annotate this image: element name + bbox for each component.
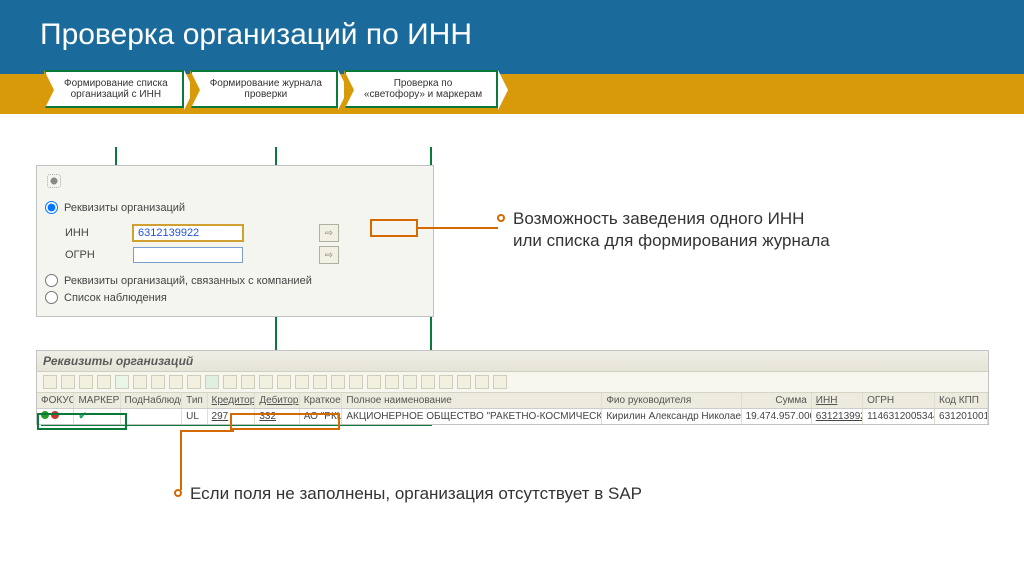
tool-icon[interactable] <box>277 375 291 389</box>
connector <box>180 430 234 432</box>
col-ceo[interactable]: Фио руководителя <box>602 393 741 408</box>
annotation-text: Если поля не заполнены, организация отсу… <box>190 484 642 503</box>
col-creditor[interactable]: Кредитор <box>208 393 256 408</box>
details-panel: Реквизиты организаций ИНН ⇨ ОГРН ⇨ Рекви… <box>36 165 434 317</box>
option-label: Реквизиты организаций, связанных с компа… <box>64 275 312 287</box>
gear-icon[interactable] <box>47 174 61 188</box>
cell-inn[interactable]: 6312139922 <box>812 409 863 424</box>
table-row[interactable]: ✔ UL 297 332 АО "РКЦ "ПРОГРЕСС" АКЦИОНЕР… <box>37 409 988 424</box>
tool-icon[interactable] <box>97 375 111 389</box>
col-inn[interactable]: ИНН <box>812 393 863 408</box>
tool-icon[interactable] <box>187 375 201 389</box>
cell-sum: 19.474.957.000,00 <box>742 409 812 424</box>
tool-icon[interactable] <box>259 375 273 389</box>
step-label: Проверка по <box>394 78 453 89</box>
tool-icon[interactable] <box>349 375 363 389</box>
inn-label: ИНН <box>65 227 125 239</box>
tool-icon[interactable] <box>43 375 57 389</box>
bullet-icon <box>497 214 505 222</box>
annotation-sap: Если поля не заполнены, организация отсу… <box>190 483 790 505</box>
tool-icon[interactable] <box>385 375 399 389</box>
tool-icon[interactable] <box>169 375 183 389</box>
tool-icon[interactable] <box>403 375 417 389</box>
annotation-text: или списка для формирования журнала <box>513 231 830 250</box>
tool-icon[interactable] <box>133 375 147 389</box>
cell-kpp: 631201001 <box>935 409 988 424</box>
tool-icon[interactable] <box>151 375 165 389</box>
step-form-list: Формирование списка организаций с ИНН <box>44 70 184 108</box>
col-watch[interactable]: ПодНаблюде <box>121 393 183 408</box>
radio-input[interactable] <box>45 274 58 287</box>
step-label: «светофору» и маркерам <box>364 89 482 100</box>
step-label: Формирование списка <box>64 78 168 89</box>
step-check: Проверка по «светофору» и маркерам <box>344 70 498 108</box>
cell-short: АО "РКЦ "ПРОГРЕСС" <box>300 409 343 424</box>
excel-icon[interactable] <box>205 375 219 389</box>
page-title: Проверка организаций по ИНН <box>0 0 1024 74</box>
step-label: проверки <box>244 89 287 100</box>
tool-icon[interactable] <box>223 375 237 389</box>
tool-icon[interactable] <box>331 375 345 389</box>
journal-panel: Реквизиты организаций ФОКУС МАРКЕР ПодНа… <box>36 350 989 425</box>
col-sum[interactable]: Сумма <box>742 393 812 408</box>
cell-watch <box>121 409 183 424</box>
multi-select-icon[interactable]: ⇨ <box>319 246 339 264</box>
grid-header: ФОКУС МАРКЕР ПодНаблюде Тип Кредитор Деб… <box>37 393 988 409</box>
option-label: Список наблюдения <box>64 292 167 304</box>
inn-input[interactable] <box>133 225 243 241</box>
tool-icon[interactable] <box>61 375 75 389</box>
annotation-text: Возможность заведения одного ИНН <box>513 209 804 228</box>
radio-input[interactable] <box>45 201 58 214</box>
option-linked[interactable]: Реквизиты организаций, связанных с компа… <box>45 272 425 289</box>
filter-icon[interactable] <box>115 375 129 389</box>
tool-icon[interactable] <box>367 375 381 389</box>
cell-ceo: Кирилин Александр Николаевич <box>602 409 741 424</box>
bullet-icon <box>174 489 182 497</box>
ogrn-input[interactable] <box>133 247 243 263</box>
journal-title: Реквизиты организаций <box>37 351 988 372</box>
cell-marker: ✔ <box>74 409 120 424</box>
col-full[interactable]: Полное наименование <box>342 393 602 408</box>
col-kpp[interactable]: Код КПП <box>935 393 988 408</box>
option-watchlist[interactable]: Список наблюдения <box>45 289 425 306</box>
cell-ogrn: 1146312005344 <box>863 409 935 424</box>
cell-debtor[interactable]: 332 <box>255 409 299 424</box>
annotation-inn: Возможность заведения одного ИНН или спи… <box>513 208 1003 252</box>
col-short[interactable]: Краткое <box>300 393 343 408</box>
cell-full: АКЦИОНЕРНОЕ ОБЩЕСТВО "РАКЕТНО-КОСМИЧЕСКИ… <box>342 409 602 424</box>
option-org-requisites[interactable]: Реквизиты организаций <box>45 199 425 216</box>
col-debtor[interactable]: Дебитор <box>255 393 299 408</box>
connector <box>418 227 498 229</box>
step-label: организаций с ИНН <box>71 89 161 100</box>
tool-icon[interactable] <box>457 375 471 389</box>
col-ogrn[interactable]: ОГРН <box>863 393 935 408</box>
col-type[interactable]: Тип <box>182 393 207 408</box>
tool-icon[interactable] <box>241 375 255 389</box>
tool-icon[interactable] <box>295 375 309 389</box>
option-label: Реквизиты организаций <box>64 202 185 214</box>
journal-toolbar <box>37 372 988 393</box>
tool-icon[interactable] <box>313 375 327 389</box>
connector <box>180 430 182 490</box>
tool-icon[interactable] <box>421 375 435 389</box>
process-steps: Формирование списка организаций с ИНН Фо… <box>44 70 498 108</box>
tool-icon[interactable] <box>493 375 507 389</box>
tool-icon[interactable] <box>475 375 489 389</box>
cell-focus <box>37 409 74 424</box>
tool-icon[interactable] <box>439 375 453 389</box>
cell-type: UL <box>182 409 207 424</box>
cell-creditor[interactable]: 297 <box>208 409 256 424</box>
ogrn-label: ОГРН <box>65 249 125 261</box>
col-marker[interactable]: МАРКЕР <box>74 393 120 408</box>
radio-input[interactable] <box>45 291 58 304</box>
step-label: Формирование журнала <box>210 78 322 89</box>
col-focus[interactable]: ФОКУС <box>37 393 74 408</box>
step-form-journal: Формирование журнала проверки <box>190 70 338 108</box>
multi-select-icon[interactable]: ⇨ <box>319 224 339 242</box>
process-band: Формирование списка организаций с ИНН Фо… <box>0 74 1024 114</box>
tool-icon[interactable] <box>79 375 93 389</box>
connector <box>115 147 117 165</box>
